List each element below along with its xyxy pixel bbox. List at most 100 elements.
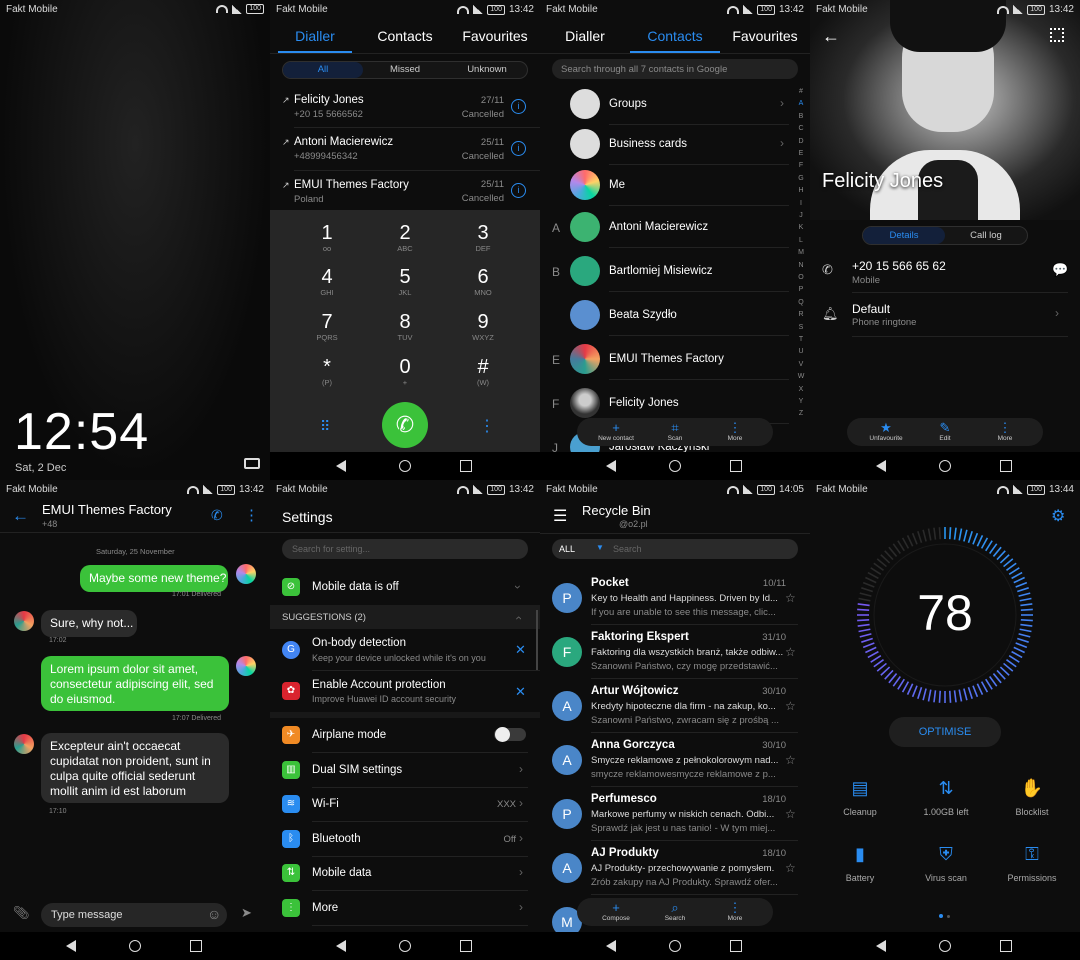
tab-details[interactable]: Details [863,227,945,244]
alphabet-letter[interactable]: A [797,100,805,107]
filter-all[interactable]: All [283,62,363,78]
suggestion-title[interactable]: On-body detection [312,637,406,649]
tab-favourites[interactable]: Favourites [450,28,540,44]
emoji-icon[interactable]: ☺ [207,906,221,922]
back-icon[interactable] [606,940,616,952]
alphabet-letter[interactable]: S [797,324,805,331]
home-icon[interactable] [669,460,681,472]
chevron-up-icon[interactable]: › [511,616,525,620]
dial-key[interactable]: 5 JKL [375,266,435,297]
settings-search-input[interactable]: Search for setting... [282,539,528,559]
home-icon[interactable] [669,940,681,952]
tab-dialler[interactable]: Dialler [540,28,630,44]
blocklist-button[interactable]: ✋ Blocklist [989,777,1075,837]
back-icon[interactable] [336,460,346,472]
filter-unknown[interactable]: Unknown [447,62,527,78]
back-arrow-icon[interactable]: ← [12,506,29,526]
dial-key[interactable]: 7 PQRS [297,311,357,342]
alphabet-letter[interactable]: Q [797,299,805,306]
cleanup-button[interactable]: ▤ Cleanup [817,777,903,837]
star-icon[interactable]: ☆ [785,807,796,821]
tab-dialler[interactable]: Dialler [270,28,360,44]
back-icon[interactable] [876,940,886,952]
dial-key[interactable]: 6 MNO [453,266,513,297]
dismiss-icon[interactable]: ✕ [515,684,526,700]
received-message[interactable]: Sure, why not... [41,610,137,637]
info-icon[interactable]: i [511,141,526,156]
star-icon[interactable]: ☆ [785,645,796,659]
menu-icon[interactable]: ☰ [553,506,567,526]
dial-key[interactable]: 0 + [375,356,435,387]
alphabet-letter[interactable]: # [797,88,805,95]
dial-key[interactable]: 1 ᴏᴏ [297,222,357,253]
battery-button[interactable]: ▮ Battery [817,843,903,903]
alphabet-letter[interactable]: I [797,200,805,207]
unfavourite-button[interactable]: ★ Unfavourite [861,420,911,442]
tab-call-log[interactable]: Call log [945,227,1027,244]
alphabet-letter[interactable]: W [797,373,805,380]
alphabet-letter[interactable]: N [797,262,805,269]
recents-icon[interactable] [460,460,472,472]
alphabet-letter[interactable]: E [797,150,805,157]
edit-button[interactable]: ✎ Edit [920,420,970,442]
send-icon[interactable]: ➤ [241,905,252,921]
alphabet-letter[interactable]: B [797,113,805,120]
star-icon[interactable]: ☆ [785,699,796,713]
storage-button[interactable]: ⇅ 1.00GB left [903,777,989,837]
received-message[interactable]: Excepteur ain't occaecat cupidatat non p… [41,733,229,803]
alphabet-letter[interactable]: U [797,348,805,355]
home-icon[interactable] [399,940,411,952]
dial-key[interactable]: 8 TUV [375,311,435,342]
message-input[interactable]: Type message ☺ [41,903,227,927]
tab-contacts[interactable]: Contacts [630,28,720,44]
call-button[interactable]: ✆ [382,402,428,448]
dialpad-toggle-icon[interactable]: ⠿ [320,418,330,435]
dial-key[interactable]: 4 GHI [297,266,357,297]
dial-key[interactable]: 3 DEF [453,222,513,253]
alphabet-letter[interactable]: C [797,125,805,132]
suggestion-title[interactable]: Enable Account protection [312,679,446,691]
dial-key[interactable]: 9 WXYZ [453,311,513,342]
alphabet-letter[interactable]: K [797,224,805,231]
back-icon[interactable] [606,460,616,472]
optimise-button[interactable]: OPTIMISE [889,717,1001,747]
virus-scan-button[interactable]: ⛨ Virus scan [903,843,989,903]
star-icon[interactable]: ☆ [785,861,796,875]
chevron-down-icon[interactable]: › [511,585,525,589]
recents-icon[interactable] [730,940,742,952]
dial-key[interactable]: # (W) [453,356,513,387]
tab-contacts[interactable]: Contacts [360,28,450,44]
info-icon[interactable]: i [511,99,526,114]
permissions-button[interactable]: ⚿ Permissions [989,843,1075,903]
filter-missed[interactable]: Missed [365,62,445,78]
more-icon[interactable]: ⋮ [479,416,495,436]
alphabet-letter[interactable]: V [797,361,805,368]
back-icon[interactable] [336,940,346,952]
home-icon[interactable] [129,940,141,952]
more-icon[interactable]: ⋮ [244,506,259,524]
ringtone-value[interactable]: Default [852,302,890,316]
compose-button[interactable]: + Compose [591,900,641,922]
back-icon[interactable] [66,940,76,952]
filter-select[interactable]: ALL [559,544,575,554]
new-contact-button[interactable]: + New contact [591,420,641,442]
alphabet-letter[interactable]: M [797,249,805,256]
mail-search-bar[interactable]: ALL ▼ Search [552,539,798,559]
more-button[interactable]: ⋮ More [710,420,760,442]
camera-icon[interactable] [244,458,260,469]
dial-key[interactable]: 2 ABC [375,222,435,253]
recents-icon[interactable] [1000,940,1012,952]
alphabet-letter[interactable]: G [797,175,805,182]
back-arrow-icon[interactable]: ← [822,26,840,47]
sent-message[interactable]: Maybe some new theme? [80,565,228,592]
alphabet-letter[interactable]: Y [797,398,805,405]
tab-favourites[interactable]: Favourites [720,28,810,44]
star-icon[interactable]: ☆ [785,753,796,767]
alphabet-letter[interactable]: L [797,237,805,244]
star-icon[interactable]: ☆ [785,591,796,605]
message-icon[interactable]: 💬 [1052,262,1068,278]
alphabet-letter[interactable]: O [797,274,805,281]
qr-code-icon[interactable] [1050,28,1064,42]
home-icon[interactable] [939,940,951,952]
alphabet-letter[interactable]: H [797,187,805,194]
